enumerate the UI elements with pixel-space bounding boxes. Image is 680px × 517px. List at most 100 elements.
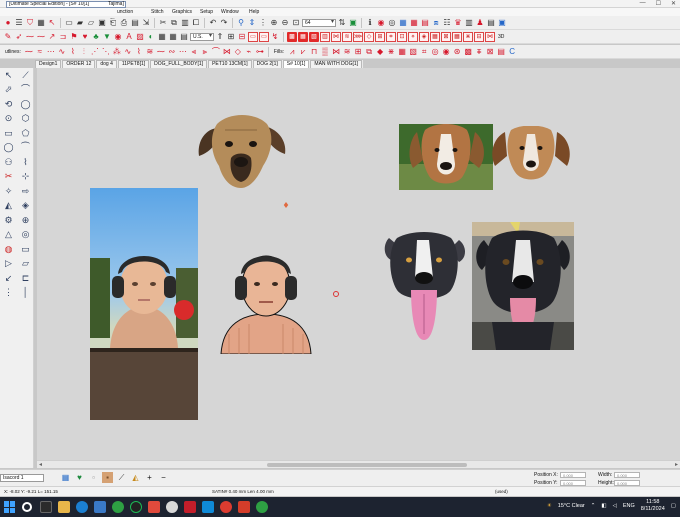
threed-label[interactable]: 3D <box>498 34 504 40</box>
weather-text[interactable]: 15°C Clear <box>558 503 585 509</box>
outline-style-20-icon[interactable]: ◇ <box>233 47 243 57</box>
fill-pattern-15-icon[interactable]: ⊠ <box>441 31 451 42</box>
tab-11pet8[interactable]: 11PET8[1] <box>117 60 150 68</box>
fill-pattern-13-icon[interactable]: ◈ <box>419 31 429 42</box>
outline-style-12-icon[interactable]: ≋ <box>145 47 155 57</box>
stamp-icon[interactable]: ◈ <box>20 200 31 211</box>
thread-chart-combo[interactable]: Isacord 1 <box>0 474 44 482</box>
bezier-icon[interactable]: ⌇ <box>20 157 31 168</box>
fill-pattern-2-icon[interactable]: ▦ <box>298 31 308 42</box>
scroll-right-icon[interactable]: ▸ <box>675 461 678 468</box>
export-icon[interactable]: ⇲ <box>141 18 151 28</box>
position-x-field[interactable]: 0.000 <box>560 472 586 478</box>
outline-style-10-icon[interactable]: ∿ <box>123 47 133 57</box>
gear-icon[interactable]: ⚙ <box>3 215 14 226</box>
color-picker-icon[interactable]: ◍ <box>3 244 14 255</box>
pitbull-photo[interactable] <box>472 222 574 350</box>
app-red-icon[interactable] <box>148 501 160 513</box>
fill-style-19-icon[interactable]: ⊠ <box>485 47 495 57</box>
ellipse-icon[interactable]: ◯ <box>20 99 31 110</box>
whatsapp-2-icon[interactable] <box>256 501 268 513</box>
chrome-icon[interactable] <box>166 501 178 513</box>
embroidered-child[interactable] <box>219 244 313 354</box>
fill-pattern-18-icon[interactable]: ⊟ <box>474 31 484 42</box>
fill-icon[interactable]: ▨ <box>135 32 145 42</box>
embroidered-saint-bernard[interactable] <box>487 126 575 184</box>
overview-icon[interactable]: ▣ <box>497 18 507 28</box>
search-icon[interactable] <box>22 502 32 512</box>
needle-icon[interactable]: ↗ <box>47 32 57 42</box>
shirt-icon[interactable]: ▼ <box>102 32 112 42</box>
outline-style-17-icon[interactable]: ⫸ <box>200 47 210 57</box>
measure-icon[interactable]: ◭ <box>3 200 14 211</box>
dog-photo-saint-bernard[interactable] <box>399 124 493 190</box>
language-indicator[interactable]: ENG <box>623 503 635 509</box>
minimize-button[interactable]: — <box>640 0 646 7</box>
fill-style-2-icon[interactable]: ⩗ <box>298 47 308 57</box>
travel-icon[interactable]: ⇕ <box>247 18 257 28</box>
menu-graphics[interactable]: Graphics <box>172 9 192 15</box>
close-button[interactable]: ✕ <box>671 0 676 7</box>
design-canvas[interactable]: ◂ ▸ <box>37 68 680 468</box>
crosshair-marker[interactable] <box>333 291 339 297</box>
design-list-icon[interactable]: ☷ <box>442 18 452 28</box>
fill-pattern-12-icon[interactable]: ⋄ <box>408 31 418 42</box>
fill-style-11-icon[interactable]: ▦ <box>397 47 407 57</box>
outline-style-8-icon[interactable]: ⋱ <box>101 47 111 57</box>
outline-style-11-icon[interactable]: ⌇ <box>134 47 144 57</box>
duplicate-icon[interactable]: ⧠ <box>191 18 201 28</box>
heart-icon[interactable]: ♥ <box>80 32 90 42</box>
tab-dog-full-body[interactable]: DOG_FULL_BODY[1] <box>150 60 208 68</box>
tab-s-10[interactable]: S# 10[1] <box>282 60 310 68</box>
tab-dog-2[interactable]: DOG 2[1] <box>252 60 282 68</box>
outline-style-3-icon[interactable]: ⋯ <box>46 47 56 57</box>
fill-style-12-icon[interactable]: ▧ <box>408 47 418 57</box>
fill-style-16-icon[interactable]: ⊛ <box>452 47 462 57</box>
volume-icon[interactable]: ◁ <box>613 503 617 509</box>
outline-style-2-icon[interactable]: ≈ <box>35 47 45 57</box>
cut-icon[interactable]: ✂ <box>158 18 168 28</box>
fill-pattern-8-icon[interactable]: ◇ <box>364 31 374 42</box>
small-stitch-marker[interactable] <box>283 202 289 208</box>
fill-style-9-icon[interactable]: ◆ <box>375 47 385 57</box>
grid-icon[interactable]: ▦ <box>36 18 46 28</box>
width-field[interactable]: 0.000 <box>614 472 640 478</box>
tshirt-icon[interactable]: ♛ <box>453 18 463 28</box>
outline-style-15-icon[interactable]: ⋯ <box>178 47 188 57</box>
outline-1-icon[interactable]: ▭ <box>248 31 258 42</box>
people-icon[interactable]: ⚇ <box>3 157 14 168</box>
fill-style-5-icon[interactable]: ⋈ <box>331 47 341 57</box>
fill-pattern-5-icon[interactable]: ⋈ <box>331 31 341 42</box>
fill-style-7-icon[interactable]: ⊞ <box>353 47 363 57</box>
envelope-icon[interactable]: ▱ <box>20 258 31 269</box>
letters-icon[interactable]: A <box>124 32 134 42</box>
globe-icon[interactable]: ◎ <box>20 229 31 240</box>
outline-2-icon[interactable]: ▭ <box>259 31 269 42</box>
palette-icon[interactable]: ▦ <box>398 18 408 28</box>
fill-style-4-icon[interactable]: ▒ <box>320 47 330 57</box>
outline-style-4-icon[interactable]: ∿ <box>57 47 67 57</box>
grid-check-icon[interactable]: ▣ <box>348 18 358 28</box>
shield-icon[interactable]: ⛉ <box>25 18 35 28</box>
fill-pattern-9-icon[interactable]: ⊞ <box>375 31 385 42</box>
paste-icon[interactable]: ▥ <box>180 18 190 28</box>
arrow-up-icon[interactable]: ⇑ <box>215 32 225 42</box>
text-icon[interactable]: ⊏ <box>20 273 31 284</box>
dots-icon[interactable]: ⋮ <box>3 287 14 298</box>
artwork-icon[interactable]: ▥ <box>464 18 474 28</box>
notification-icon[interactable]: ▢ <box>671 503 676 509</box>
fill-pattern-4-icon[interactable]: ▥ <box>320 31 330 42</box>
weather-icon[interactable]: ☀ <box>547 503 552 509</box>
units-combo[interactable]: U.S. <box>190 32 214 41</box>
outline-style-18-icon[interactable]: ⌒ <box>211 47 221 57</box>
rectangle-2-icon[interactable]: ▭ <box>20 244 31 255</box>
column-icon[interactable]: ⊐ <box>58 32 68 42</box>
fill-style-10-icon[interactable]: ⋇ <box>386 47 396 57</box>
menu-setup[interactable]: Setup <box>200 9 213 15</box>
circle-tool-icon[interactable]: ◯ <box>3 142 14 153</box>
show-stitches-icon[interactable]: ⋮ <box>258 18 268 28</box>
outline-style-13-icon[interactable]: ⁓ <box>156 47 166 57</box>
node-icon[interactable]: ⊹ <box>20 171 31 182</box>
file-explorer-icon[interactable] <box>58 501 70 513</box>
remove-color-icon[interactable]: − <box>158 472 169 483</box>
